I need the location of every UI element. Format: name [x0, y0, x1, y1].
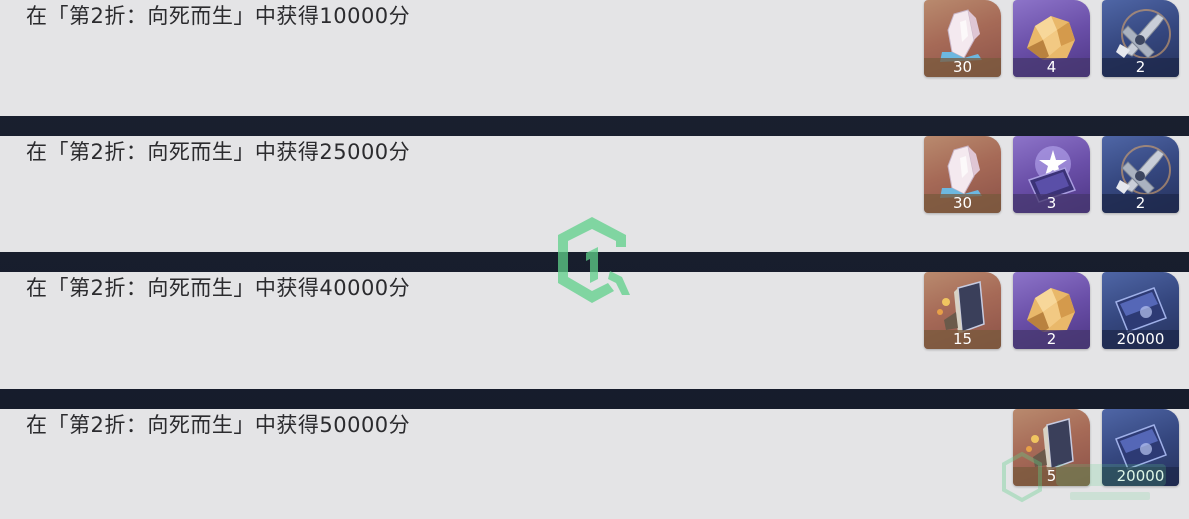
watermark-logo-icon: [558, 217, 630, 303]
reward-count: 15: [924, 330, 1001, 349]
reward-count: 2: [1013, 330, 1090, 349]
reward-item-crystal[interactable]: 30: [924, 0, 1001, 77]
event-reward-panel: 在「第2折：向死而生」中获得10000分 30 4 2 在「第2折：向死而生」中…: [0, 0, 1189, 519]
task-label: 在「第2折：向死而生」中获得25000分: [26, 140, 411, 164]
reward-list: 15 2 20000: [924, 272, 1179, 389]
reward-count: 2: [1102, 58, 1179, 77]
reward-count: 30: [924, 194, 1001, 213]
reward-item-gold-ore[interactable]: 4: [1013, 0, 1090, 77]
reward-count: 4: [1013, 58, 1090, 77]
reward-item-gold-ore[interactable]: 2: [1013, 272, 1090, 349]
reward-item-book[interactable]: 15: [924, 272, 1001, 349]
reward-list: 30 3 2: [924, 136, 1179, 252]
reward-item-crystal[interactable]: 30: [924, 136, 1001, 213]
corner-watermark-icon: [1002, 451, 1166, 503]
task-label: 在「第2折：向死而生」中获得50000分: [26, 413, 411, 437]
reward-count: 2: [1102, 194, 1179, 213]
task-label: 在「第2折：向死而生」中获得40000分: [26, 276, 411, 300]
reward-item-wrench[interactable]: 2: [1102, 0, 1179, 77]
reward-count: 30: [924, 58, 1001, 77]
reward-item-wrench[interactable]: 2: [1102, 136, 1179, 213]
reward-item-credit-card[interactable]: 20000: [1102, 272, 1179, 349]
reward-count: 20000: [1102, 330, 1179, 349]
reward-count: 3: [1013, 194, 1090, 213]
reward-item-star-card[interactable]: 3: [1013, 136, 1090, 213]
reward-list: 30 4 2: [924, 0, 1179, 116]
task-label: 在「第2折：向死而生」中获得10000分: [26, 4, 411, 28]
